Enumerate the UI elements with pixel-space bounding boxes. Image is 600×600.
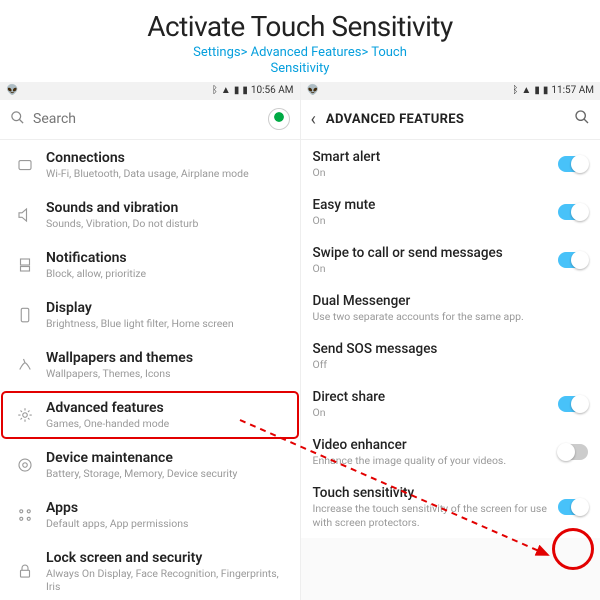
bluetooth-icon: ᛒ: [512, 86, 518, 96]
tutorial-header: Activate Touch Sensitivity Settings> Adv…: [0, 0, 600, 82]
notifications-icon: [10, 256, 40, 274]
screen-settings-root: 👽 ᛒ ▲ ▮ ▮ 10:56 AM ConnectionsWi-Fi, Blu…: [0, 82, 301, 600]
search-input[interactable]: [33, 111, 260, 127]
sound-icon: [10, 206, 40, 224]
toggle-smart-alert[interactable]: [558, 156, 588, 172]
advanced-list: Smart alertOn Easy muteOn Swipe to call …: [301, 140, 600, 600]
row-video-enhancer[interactable]: Video enhancerEnhance the image quality …: [301, 428, 600, 476]
toggle-touch-sensitivity[interactable]: [558, 499, 588, 515]
advanced-icon: [10, 406, 40, 424]
row-swipe-call[interactable]: Swipe to call or send messagesOn: [301, 236, 600, 284]
maintenance-icon: [10, 456, 40, 474]
reddit-icon: 👽: [307, 86, 319, 96]
signal-icon: ▮: [534, 86, 540, 96]
topbar: ‹ ADVANCED FEATURES: [301, 100, 600, 140]
wifi-icon: ▲: [521, 86, 531, 96]
bluetooth-icon: ᛒ: [212, 86, 218, 96]
row-device-maintenance[interactable]: Device maintenanceBattery, Storage, Memo…: [0, 440, 300, 490]
avatar[interactable]: [268, 108, 290, 130]
page-title: Activate Touch Sensitivity: [0, 10, 600, 43]
battery-icon: ▮: [543, 86, 549, 96]
signal-icon: ▮: [234, 86, 240, 96]
status-time: 11:57 AM: [551, 85, 594, 96]
display-icon: [10, 306, 40, 324]
toggle-direct-share[interactable]: [558, 396, 588, 412]
row-dual-messenger[interactable]: Dual MessengerUse two separate accounts …: [301, 284, 600, 332]
status-time: 10:56 AM: [251, 85, 294, 96]
reddit-icon: 👽: [6, 86, 18, 96]
row-notifications[interactable]: NotificationsBlock, allow, prioritize: [0, 240, 300, 290]
apps-icon: [10, 506, 40, 524]
wifi-icon: ▲: [221, 86, 231, 96]
toggle-swipe-call[interactable]: [558, 252, 588, 268]
toggle-video-enhancer[interactable]: [558, 444, 588, 460]
lock-icon: [10, 562, 40, 580]
status-bar: 👽 ᛒ ▲ ▮ ▮ 10:56 AM: [0, 82, 300, 100]
battery-icon: ▮: [242, 86, 248, 96]
topbar-title: ADVANCED FEATURES: [326, 112, 564, 127]
row-wallpapers[interactable]: Wallpapers and themesWallpapers, Themes,…: [0, 340, 300, 390]
search-icon: [10, 110, 25, 129]
row-easy-mute[interactable]: Easy muteOn: [301, 188, 600, 236]
row-display[interactable]: DisplayBrightness, Blue light filter, Ho…: [0, 290, 300, 340]
back-icon[interactable]: ‹: [311, 109, 316, 130]
row-apps[interactable]: AppsDefault apps, App permissions: [0, 490, 300, 540]
status-bar: 👽 ᛒ ▲ ▮ ▮ 11:57 AM: [301, 82, 600, 100]
screen-advanced-features: 👽 ᛒ ▲ ▮ ▮ 11:57 AM ‹ ADVANCED FEATURES S…: [301, 82, 600, 600]
connections-icon: [10, 156, 40, 174]
row-direct-share[interactable]: Direct shareOn: [301, 380, 600, 428]
toggle-easy-mute[interactable]: [558, 204, 588, 220]
row-touch-sensitivity[interactable]: Touch sensitivityIncrease the touch sens…: [301, 476, 600, 537]
row-connections[interactable]: ConnectionsWi-Fi, Bluetooth, Data usage,…: [0, 140, 300, 190]
breadcrumb: Settings> Advanced Features> Touch Sensi…: [0, 45, 600, 78]
row-advanced-features[interactable]: Advanced featuresGames, One-handed mode: [0, 390, 300, 440]
row-send-sos[interactable]: Send SOS messagesOff: [301, 332, 600, 380]
wallpaper-icon: [10, 356, 40, 374]
search-icon[interactable]: [574, 109, 590, 129]
search-bar[interactable]: [0, 100, 300, 140]
settings-list: ConnectionsWi-Fi, Bluetooth, Data usage,…: [0, 140, 300, 600]
row-lock-security[interactable]: Lock screen and securityAlways On Displa…: [0, 540, 300, 600]
row-smart-alert[interactable]: Smart alertOn: [301, 140, 600, 188]
row-sounds[interactable]: Sounds and vibrationSounds, Vibration, D…: [0, 190, 300, 240]
